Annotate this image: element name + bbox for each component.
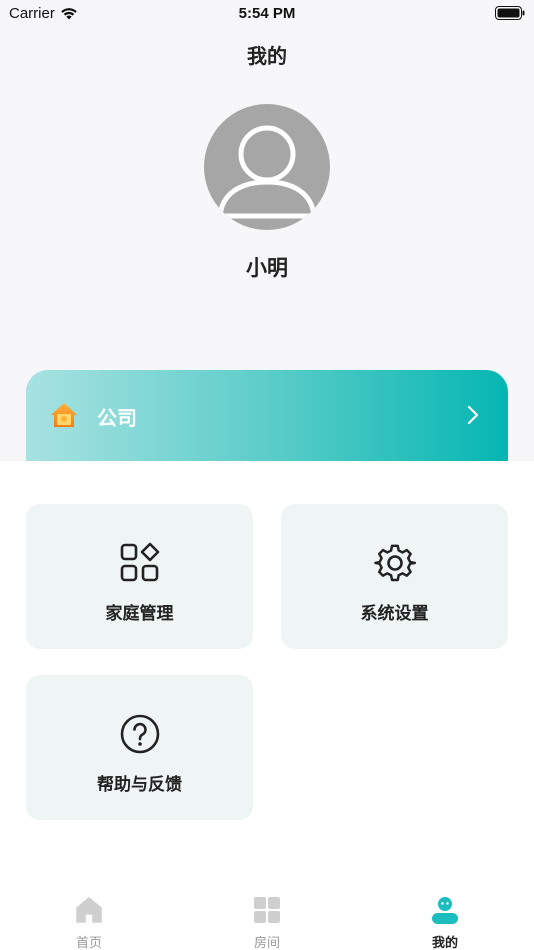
help-icon [120,714,160,754]
page-title: 我的 [247,44,287,68]
tile-label: 帮助与反馈 [97,775,182,795]
status-bar: Carrier 5:54 PM [0,0,534,28]
current-family-card[interactable]: 公司 [26,370,508,461]
username: 小明 [246,256,288,280]
system-settings-tile[interactable]: 系统设置 [281,504,508,649]
tab-rooms[interactable]: 房间 [178,884,356,950]
user-avatar-icon[interactable] [204,104,330,230]
home-tab-icon [76,897,102,923]
profile-tab-icon [432,897,458,924]
home-icon [51,403,77,427]
tile-label: 系统设置 [360,604,429,624]
tab-home[interactable]: 首页 [0,884,178,950]
help-feedback-tile[interactable]: 帮助与反馈 [26,675,253,820]
family-management-tile[interactable]: 家庭管理 [26,504,253,649]
room-grid-icon [254,897,280,923]
status-time: 5:54 PM [238,5,296,22]
chevron-right-icon [467,405,479,425]
gear-icon [374,544,416,582]
tab-label: 房间 [253,936,280,950]
family-name: 公司 [97,406,137,430]
tab-profile[interactable]: 我的 [356,884,534,950]
grid-apps-icon [120,542,160,582]
tile-label: 家庭管理 [105,604,174,624]
battery-icon [495,6,525,20]
tab-label: 首页 [75,936,102,950]
tab-bar: 首页 房间 我的 [0,884,534,950]
tab-label: 我的 [431,936,458,950]
